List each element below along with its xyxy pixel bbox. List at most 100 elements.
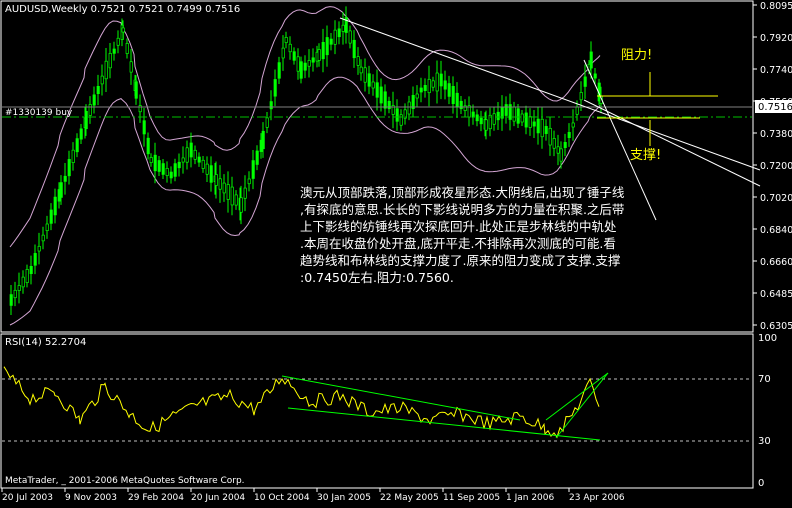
candle-body bbox=[435, 72, 439, 92]
annotation-line: 澳元从顶部跌落,顶部形成夜星形态.大阴线后,出现了锤子线 bbox=[300, 185, 625, 200]
candle-body bbox=[544, 126, 548, 134]
candle-body bbox=[288, 43, 292, 53]
candle-body bbox=[303, 62, 307, 71]
candle-body bbox=[563, 142, 567, 148]
candle-body bbox=[185, 147, 189, 163]
copyright-text: MetaTrader, _ 2001-2006 MetaQuotes Softw… bbox=[5, 476, 245, 486]
candle-body bbox=[367, 73, 371, 87]
candle-body bbox=[427, 78, 431, 94]
time-tick-label: 20 Jun 2004 bbox=[191, 493, 245, 503]
candle-body bbox=[504, 104, 508, 116]
candle-body bbox=[341, 24, 345, 32]
candle-body bbox=[96, 85, 100, 95]
candle-body bbox=[121, 27, 125, 33]
price-tick-label: 0.6840 bbox=[760, 225, 792, 236]
candle-body bbox=[451, 86, 455, 104]
candle-body bbox=[281, 47, 285, 59]
candle-body bbox=[251, 160, 255, 179]
candle-body bbox=[395, 108, 399, 122]
candle-body bbox=[201, 159, 205, 169]
candle-body bbox=[269, 101, 273, 110]
support-label: 支撑! bbox=[630, 148, 662, 163]
candle-body bbox=[325, 37, 329, 56]
candle-body bbox=[67, 159, 71, 177]
candle-body bbox=[559, 148, 563, 162]
candle-body bbox=[17, 285, 21, 291]
candle-body bbox=[222, 182, 226, 194]
candle-body bbox=[532, 121, 536, 127]
candle-body bbox=[407, 101, 411, 115]
candle-body bbox=[443, 80, 447, 90]
rsi-header: RSI(14) 52.2704 bbox=[5, 337, 86, 348]
time-axis: 20 Jul 2003 9 Nov 2003 29 Feb 2004 20 Jun 2… bbox=[1, 488, 625, 503]
candle-body bbox=[59, 182, 63, 198]
price-tick-label: 0.7380 bbox=[760, 129, 792, 140]
candle-body bbox=[524, 112, 528, 128]
candle-body bbox=[536, 118, 540, 134]
candle-body bbox=[116, 37, 120, 46]
candle-body bbox=[234, 194, 238, 206]
candle-body bbox=[149, 157, 153, 163]
candle-body bbox=[375, 82, 379, 98]
candle-body bbox=[387, 100, 391, 110]
candle-body bbox=[13, 289, 17, 299]
candle-body bbox=[49, 209, 53, 224]
candle-body bbox=[25, 269, 29, 283]
candle-body bbox=[352, 39, 356, 59]
analysis-annotation: 澳元从顶部跌落,顶部形成夜星形态.大阴线后,出现了锤子线 ,有探底的意思.长长的… bbox=[300, 184, 752, 286]
rsi-axis-30: 30 bbox=[758, 436, 771, 447]
candle-body bbox=[439, 73, 443, 87]
candle-body bbox=[37, 245, 41, 252]
current-price-value: 0.7516 bbox=[758, 102, 792, 113]
price-tick-label: 0.7740 bbox=[760, 65, 792, 76]
price-tick-label: 0.6305 bbox=[760, 321, 792, 332]
candle-body bbox=[214, 174, 218, 186]
candle-body bbox=[277, 62, 281, 79]
price-tick-label: 0.7200 bbox=[760, 161, 792, 172]
candle-body bbox=[548, 127, 552, 146]
candle-body bbox=[492, 113, 496, 125]
candle-body bbox=[299, 61, 303, 79]
annotation-line: :0.7450左右.阻力:0.7560. bbox=[300, 270, 454, 285]
candle-body bbox=[21, 276, 25, 288]
candle-body bbox=[84, 110, 88, 130]
candle-body bbox=[579, 92, 583, 101]
candle-body bbox=[575, 106, 579, 115]
candle-body bbox=[284, 37, 288, 43]
candle-body bbox=[157, 160, 161, 172]
candle-body bbox=[104, 60, 108, 80]
candle-body bbox=[329, 38, 333, 45]
pitchfork-line-lower[interactable] bbox=[583, 99, 761, 187]
candle-body bbox=[307, 60, 311, 67]
candle-body bbox=[337, 28, 341, 38]
chart-header: AUDUSD,Weekly 0.7521 0.7521 0.7499 0.751… bbox=[5, 4, 240, 15]
candle-body bbox=[112, 48, 116, 54]
candle-body bbox=[247, 178, 251, 185]
candle-body bbox=[552, 138, 556, 149]
price-tick-label: 0.7920 bbox=[760, 33, 792, 44]
candle-body bbox=[189, 142, 193, 158]
time-tick-label: 9 Nov 2003 bbox=[65, 493, 117, 503]
candle-body bbox=[383, 91, 387, 109]
metatrader-chart-window[interactable]: 0.80950.79200.77400.75600.73800.72000.70… bbox=[0, 0, 792, 504]
candle-body bbox=[100, 75, 104, 85]
rsi-axis-100: 100 bbox=[758, 333, 777, 344]
time-tick-label: 30 Jan 2005 bbox=[317, 493, 371, 503]
rsi-trendline-break[interactable] bbox=[545, 372, 609, 421]
rsi-trendline-steep[interactable] bbox=[555, 372, 609, 439]
candle-body bbox=[88, 104, 92, 116]
candle-body bbox=[589, 51, 593, 69]
candle-body bbox=[419, 87, 423, 93]
candle-body bbox=[181, 157, 185, 163]
time-tick-label: 29 Feb 2004 bbox=[128, 493, 184, 503]
candle-body bbox=[471, 111, 475, 118]
candle-body bbox=[205, 163, 209, 175]
candle-body bbox=[134, 81, 138, 99]
candle-body bbox=[261, 130, 265, 150]
rsi-axis-70: 70 bbox=[758, 374, 771, 385]
price-tick-label: 0.7020 bbox=[760, 193, 792, 204]
candle-body bbox=[146, 137, 150, 155]
candle-body bbox=[129, 61, 133, 73]
candle-body bbox=[108, 53, 112, 69]
resistance-label: 阻力! bbox=[621, 48, 653, 63]
